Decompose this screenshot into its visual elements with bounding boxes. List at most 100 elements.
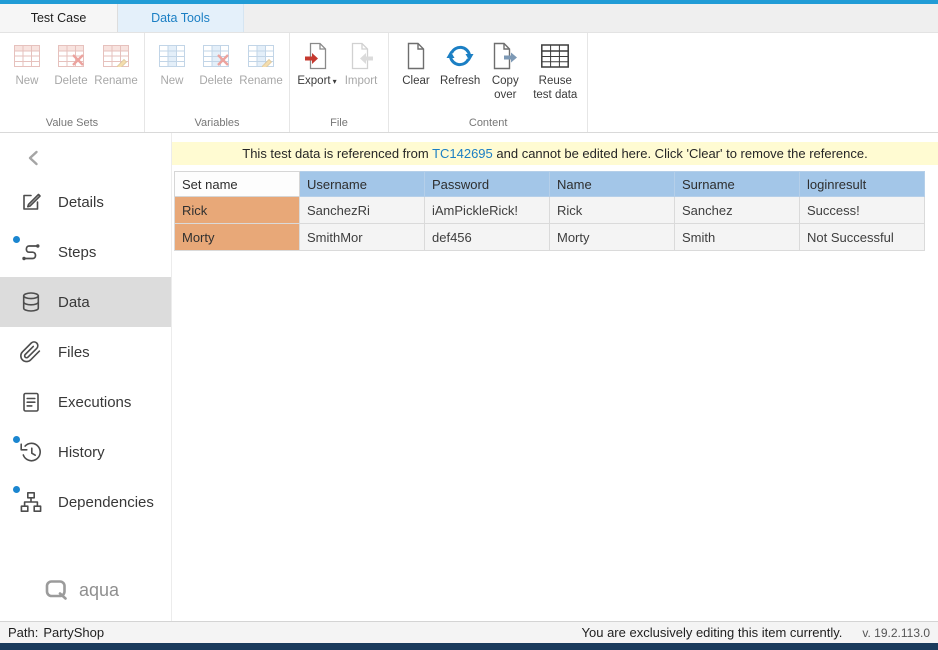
export-button[interactable]: Export▾: [295, 39, 339, 89]
sidebar-item-label: Files: [58, 344, 90, 361]
reuse-test-data-button[interactable]: Reuse test data: [528, 39, 582, 103]
table-header-row: Set name Username Password Name Surname …: [175, 172, 925, 197]
data-cell[interactable]: Rick: [550, 197, 675, 224]
tab-test-case[interactable]: Test Case: [0, 4, 118, 32]
sidebar-collapse-button[interactable]: [0, 133, 171, 177]
data-cell[interactable]: def456: [425, 224, 550, 251]
new-value-set-icon: [14, 41, 40, 71]
column-header-loginresult: loginresult: [800, 172, 925, 197]
column-header-username: Username: [300, 172, 425, 197]
data-cell[interactable]: Success!: [800, 197, 925, 224]
clear-button[interactable]: Clear: [394, 39, 438, 89]
copy-over-button[interactable]: Copy over: [482, 39, 528, 103]
sidebar-item-label: Steps: [58, 244, 96, 261]
sidebar-item-history[interactable]: History: [0, 427, 171, 477]
history-icon: [19, 440, 43, 464]
import-icon: [348, 41, 374, 71]
button-label: Export▾: [297, 75, 336, 89]
rename-variable-icon: [248, 41, 274, 71]
executions-icon: [19, 390, 43, 414]
aqua-logo-icon: [44, 579, 70, 601]
data-content-panel: This test data is referenced from TC1426…: [172, 133, 938, 621]
ribbon-tab-bar: Test Case Data Tools: [0, 4, 938, 33]
table-row: Morty SmithMor def456 Morty Smith Not Su…: [175, 224, 925, 251]
button-label: Clear: [402, 75, 429, 89]
data-cell[interactable]: Smith: [675, 224, 800, 251]
data-cell[interactable]: Morty: [550, 224, 675, 251]
data-cell[interactable]: SmithMor: [300, 224, 425, 251]
database-icon: [19, 290, 43, 314]
column-header-set-name: Set name: [175, 172, 300, 197]
chevron-left-icon: [24, 149, 171, 167]
rename-value-set-icon: [103, 41, 129, 71]
button-label: Delete: [199, 75, 232, 89]
sidebar-item-data[interactable]: Data: [0, 277, 171, 327]
copy-over-icon: [492, 41, 518, 71]
button-label: Rename: [239, 75, 282, 89]
banner-text-before: This test data is referenced from: [242, 146, 432, 161]
delete-variable-button[interactable]: Delete: [194, 39, 238, 89]
sidebar-item-label: Dependencies: [58, 494, 154, 511]
edit-icon: [19, 190, 43, 214]
path-breadcrumb: Path: PartyShop: [8, 625, 104, 640]
data-cell[interactable]: SanchezRi: [300, 197, 425, 224]
sidebar: Details Steps Data: [0, 133, 172, 621]
refresh-icon: [446, 41, 474, 71]
import-button[interactable]: Import: [339, 39, 383, 89]
button-label: Import: [345, 75, 378, 89]
button-label: New: [160, 75, 183, 89]
sidebar-nav: Details Steps Data: [0, 177, 171, 579]
path-label: Path:: [8, 625, 38, 640]
ribbon-group-value-sets: New Delete Rename Value Sets: [0, 33, 145, 132]
version-label: v. 19.2.113.0: [862, 626, 930, 640]
main-area: Details Steps Data: [0, 133, 938, 621]
app-window: Test Case Data Tools New Delete: [0, 0, 938, 650]
group-label-file: File: [290, 117, 388, 129]
export-icon: [304, 41, 330, 71]
sidebar-item-label: History: [58, 444, 105, 461]
dependencies-icon: [19, 490, 43, 514]
ribbon-group-file: Export▾ Import File: [290, 33, 389, 132]
set-name-cell[interactable]: Morty: [175, 224, 300, 251]
tab-data-tools[interactable]: Data Tools: [118, 4, 244, 32]
button-label: Reuse test data: [530, 75, 580, 103]
rename-variable-button[interactable]: Rename: [238, 39, 284, 89]
path-value: PartyShop: [43, 625, 104, 640]
column-header-surname: Surname: [675, 172, 800, 197]
rename-value-set-button[interactable]: Rename: [93, 39, 139, 89]
new-value-set-button[interactable]: New: [5, 39, 49, 89]
set-name-cell[interactable]: Rick: [175, 197, 300, 224]
data-cell[interactable]: Not Successful: [800, 224, 925, 251]
sidebar-item-label: Data: [58, 294, 90, 311]
button-label: Rename: [94, 75, 137, 89]
sidebar-item-dependencies[interactable]: Dependencies: [0, 477, 171, 527]
referenced-testcase-link[interactable]: TC142695: [432, 146, 493, 161]
export-dropdown-caret: ▾: [333, 77, 337, 86]
clear-icon: [406, 41, 426, 71]
banner-text-after: and cannot be edited here. Click 'Clear'…: [493, 146, 868, 161]
reference-warning-banner: This test data is referenced from TC1426…: [172, 142, 938, 165]
group-label-value-sets: Value Sets: [0, 117, 144, 129]
button-label: Copy over: [484, 75, 526, 103]
button-label: Refresh: [440, 75, 480, 89]
notification-dot: [13, 486, 20, 493]
sidebar-item-steps[interactable]: Steps: [0, 227, 171, 277]
button-label: Delete: [54, 75, 87, 89]
notification-dot: [13, 236, 20, 243]
sidebar-item-details[interactable]: Details: [0, 177, 171, 227]
notification-dot: [13, 436, 20, 443]
status-bar: Path: PartyShop You are exclusively edit…: [0, 621, 938, 643]
sidebar-item-executions[interactable]: Executions: [0, 377, 171, 427]
refresh-button[interactable]: Refresh: [438, 39, 482, 89]
reuse-test-data-icon: [541, 41, 569, 71]
column-header-password: Password: [425, 172, 550, 197]
new-variable-button[interactable]: New: [150, 39, 194, 89]
editing-status-message: You are exclusively editing this item cu…: [582, 625, 843, 640]
data-cell[interactable]: iAmPickleRick!: [425, 197, 550, 224]
delete-value-set-button[interactable]: Delete: [49, 39, 93, 89]
sidebar-item-files[interactable]: Files: [0, 327, 171, 377]
app-logo: aqua: [0, 579, 171, 621]
data-cell[interactable]: Sanchez: [675, 197, 800, 224]
test-data-table: Set name Username Password Name Surname …: [174, 171, 925, 251]
sidebar-item-label: Executions: [58, 394, 131, 411]
